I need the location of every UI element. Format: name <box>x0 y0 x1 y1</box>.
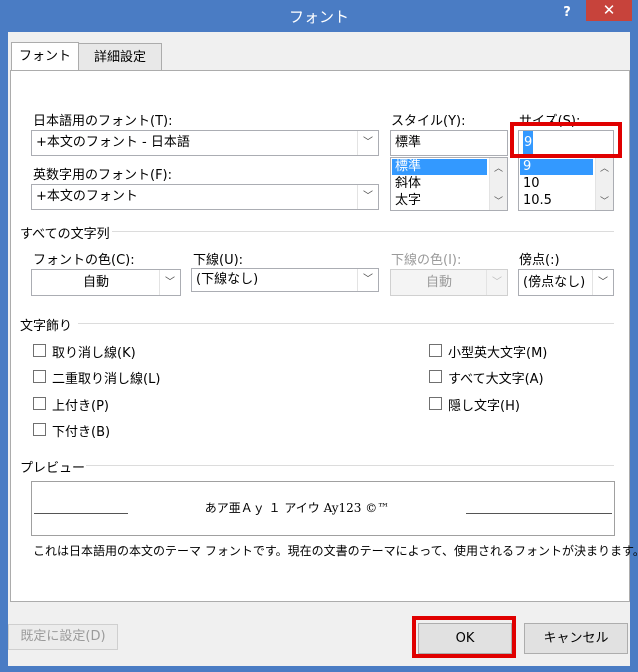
subscript-label[interactable]: 下付き(B) <box>52 421 110 440</box>
strikethrough-checkbox[interactable] <box>33 344 46 357</box>
hidden-checkbox[interactable] <box>429 397 442 410</box>
tab-font[interactable]: フォント <box>11 42 79 72</box>
en-font-value: +本文のフォント <box>36 189 138 204</box>
style-option[interactable]: 太字 <box>392 193 421 209</box>
double-strikethrough-checkbox[interactable] <box>33 370 46 383</box>
chevron-up-icon[interactable]: ︿ <box>596 161 613 174</box>
style-list[interactable]: 標準 斜体 太字 ︿ ﹀ <box>390 157 508 211</box>
underline-color-label: 下線の色(I): <box>391 253 462 268</box>
preview-sample: あア亜Ａｙ １ アイウ Ay123 ©™ <box>204 501 390 515</box>
emphasis-combo[interactable]: (傍点なし) ﹀ <box>518 269 614 296</box>
effects-group-label: 文字飾り <box>20 319 73 334</box>
chevron-up-icon[interactable]: ︿ <box>490 161 507 174</box>
chevron-down-icon[interactable]: ﹀ <box>357 185 378 209</box>
style-input[interactable]: 標準 <box>390 130 508 156</box>
underline-label: 下線(U): <box>193 253 244 268</box>
en-font-combo[interactable]: +本文のフォント ﹀ <box>31 184 379 210</box>
subscript-checkbox[interactable] <box>33 423 46 436</box>
strikethrough-label[interactable]: 取り消し線(K) <box>52 342 136 361</box>
style-label: スタイル(Y): <box>391 114 466 129</box>
preview-group-label: プレビュー <box>20 461 86 476</box>
font-color-combo[interactable]: 自動 ﹀ <box>31 269 181 296</box>
divider <box>112 231 614 232</box>
all-caps-label[interactable]: すべて大文字(A) <box>448 368 544 387</box>
help-icon[interactable]: ? <box>560 5 574 20</box>
size-list[interactable]: 9 10 10.5 ︿ ﹀ <box>518 157 614 211</box>
small-caps-label[interactable]: 小型英大文字(M) <box>448 342 547 361</box>
superscript-checkbox[interactable] <box>33 397 46 410</box>
size-option[interactable]: 9 <box>520 159 593 175</box>
underline-color-value: 自動 <box>425 275 452 290</box>
ok-highlight-box <box>412 616 516 658</box>
font-color-value: 自動 <box>82 275 109 290</box>
chevron-down-icon[interactable]: ﹀ <box>159 270 180 295</box>
style-option[interactable]: 斜体 <box>392 176 421 192</box>
emphasis-label: 傍点(:) <box>519 253 560 268</box>
underline-value: (下線なし) <box>196 272 259 287</box>
hidden-label[interactable]: 隠し文字(H) <box>448 395 520 414</box>
divider <box>86 465 614 466</box>
jp-font-label: 日本語用のフォント(T): <box>33 114 173 129</box>
tab-advanced[interactable]: 詳細設定 <box>78 43 162 71</box>
all-caps-checkbox[interactable] <box>429 370 442 383</box>
chevron-down-icon[interactable]: ﹀ <box>596 194 613 207</box>
divider <box>78 323 614 324</box>
style-value: 標準 <box>395 135 422 150</box>
preview-description: これは日本語用の本文のテーマ フォントです。現在の文書のテーマによって、使用され… <box>33 544 638 558</box>
chevron-down-icon[interactable]: ﹀ <box>357 131 378 155</box>
jp-font-combo[interactable]: +本文のフォント - 日本語 ﹀ <box>31 130 379 156</box>
chevron-down-icon[interactable]: ﹀ <box>592 270 613 295</box>
chevron-down-icon: ﹀ <box>486 270 507 295</box>
size-option[interactable]: 10.5 <box>520 193 552 209</box>
underline-color-combo: 自動 ﹀ <box>390 269 508 296</box>
superscript-label[interactable]: 上付き(P) <box>52 395 109 414</box>
set-default-button[interactable]: 既定に設定(D) <box>8 624 118 650</box>
double-strikethrough-label[interactable]: 二重取り消し線(L) <box>52 368 160 387</box>
chevron-down-icon[interactable]: ﹀ <box>357 269 378 291</box>
close-button[interactable]: ✕ <box>586 0 632 21</box>
preview-baseline <box>466 513 612 514</box>
size-highlight-box <box>510 122 622 158</box>
jp-font-value: +本文のフォント - 日本語 <box>36 135 190 150</box>
window-title: フォント <box>288 8 349 26</box>
cancel-button[interactable]: キャンセル <box>524 623 628 654</box>
underline-combo[interactable]: (下線なし) ﹀ <box>191 268 379 292</box>
chevron-down-icon[interactable]: ﹀ <box>490 194 507 207</box>
preview-baseline <box>34 513 128 514</box>
font-color-label: フォントの色(C): <box>33 253 135 268</box>
scrollbar[interactable]: ︿ ﹀ <box>595 158 613 210</box>
all-text-group-label: すべての文字列 <box>20 227 110 242</box>
small-caps-checkbox[interactable] <box>429 344 442 357</box>
emphasis-value: (傍点なし) <box>523 275 586 290</box>
style-option[interactable]: 標準 <box>392 159 487 175</box>
en-font-label: 英数字用のフォント(F): <box>33 168 173 183</box>
scrollbar[interactable]: ︿ ﹀ <box>489 158 507 210</box>
size-option[interactable]: 10 <box>520 176 540 192</box>
preview-box: あア亜Ａｙ １ アイウ Ay123 ©™ <box>31 481 615 536</box>
